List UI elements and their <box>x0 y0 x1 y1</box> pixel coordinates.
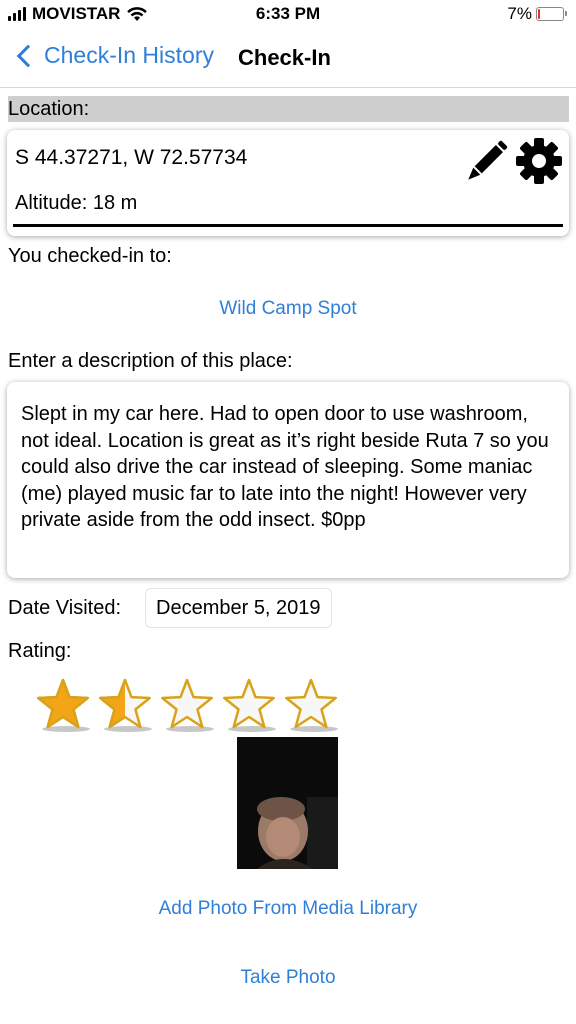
gear-icon[interactable] <box>514 136 564 186</box>
battery-icon <box>536 7 567 21</box>
rating-label: Rating: <box>8 640 72 662</box>
pencil-icon[interactable] <box>462 138 510 186</box>
status-right: 7% <box>507 4 567 24</box>
add-photo-button[interactable]: Add Photo From Media Library <box>0 898 576 920</box>
star-icon[interactable] <box>158 676 216 734</box>
star-icon[interactable] <box>34 676 92 734</box>
battery-percent: 7% <box>507 4 532 23</box>
star-icon[interactable] <box>220 676 278 734</box>
chevron-left-icon <box>16 44 40 67</box>
description-field[interactable]: Slept in my car here. Had to open door t… <box>7 382 569 578</box>
checkin-place-link[interactable]: Wild Camp Spot <box>0 298 576 320</box>
location-divider <box>13 224 563 227</box>
star-icon[interactable] <box>96 676 154 734</box>
take-photo-button[interactable]: Take Photo <box>0 967 576 989</box>
date-label: Date Visited: <box>8 597 122 619</box>
star-icon[interactable] <box>282 676 340 734</box>
battery-level <box>538 9 540 19</box>
altitude: Altitude: 18 m <box>15 192 138 214</box>
rating-stars[interactable] <box>34 676 340 734</box>
coordinates: S 44.37271, W 72.57734 <box>15 146 248 169</box>
status-bar: MOVISTAR 6:33 PM 7% <box>0 0 576 30</box>
page-title: Check-In <box>238 45 331 70</box>
back-button-label: Check-In History <box>44 42 214 68</box>
photo-image <box>237 737 338 869</box>
back-button[interactable]: Check-In History <box>14 42 214 69</box>
status-time: 6:33 PM <box>255 4 321 23</box>
date-picker[interactable]: December 5, 2019 <box>145 588 332 628</box>
location-header: Location: <box>8 96 569 122</box>
description-label: Enter a description of this place: <box>8 350 293 372</box>
nav-bar: Check-In History Check-In <box>0 36 576 88</box>
checkin-label: You checked-in to: <box>8 245 172 267</box>
photo-thumbnail[interactable] <box>237 737 338 869</box>
description-text[interactable]: Slept in my car here. Had to open door t… <box>21 401 551 534</box>
